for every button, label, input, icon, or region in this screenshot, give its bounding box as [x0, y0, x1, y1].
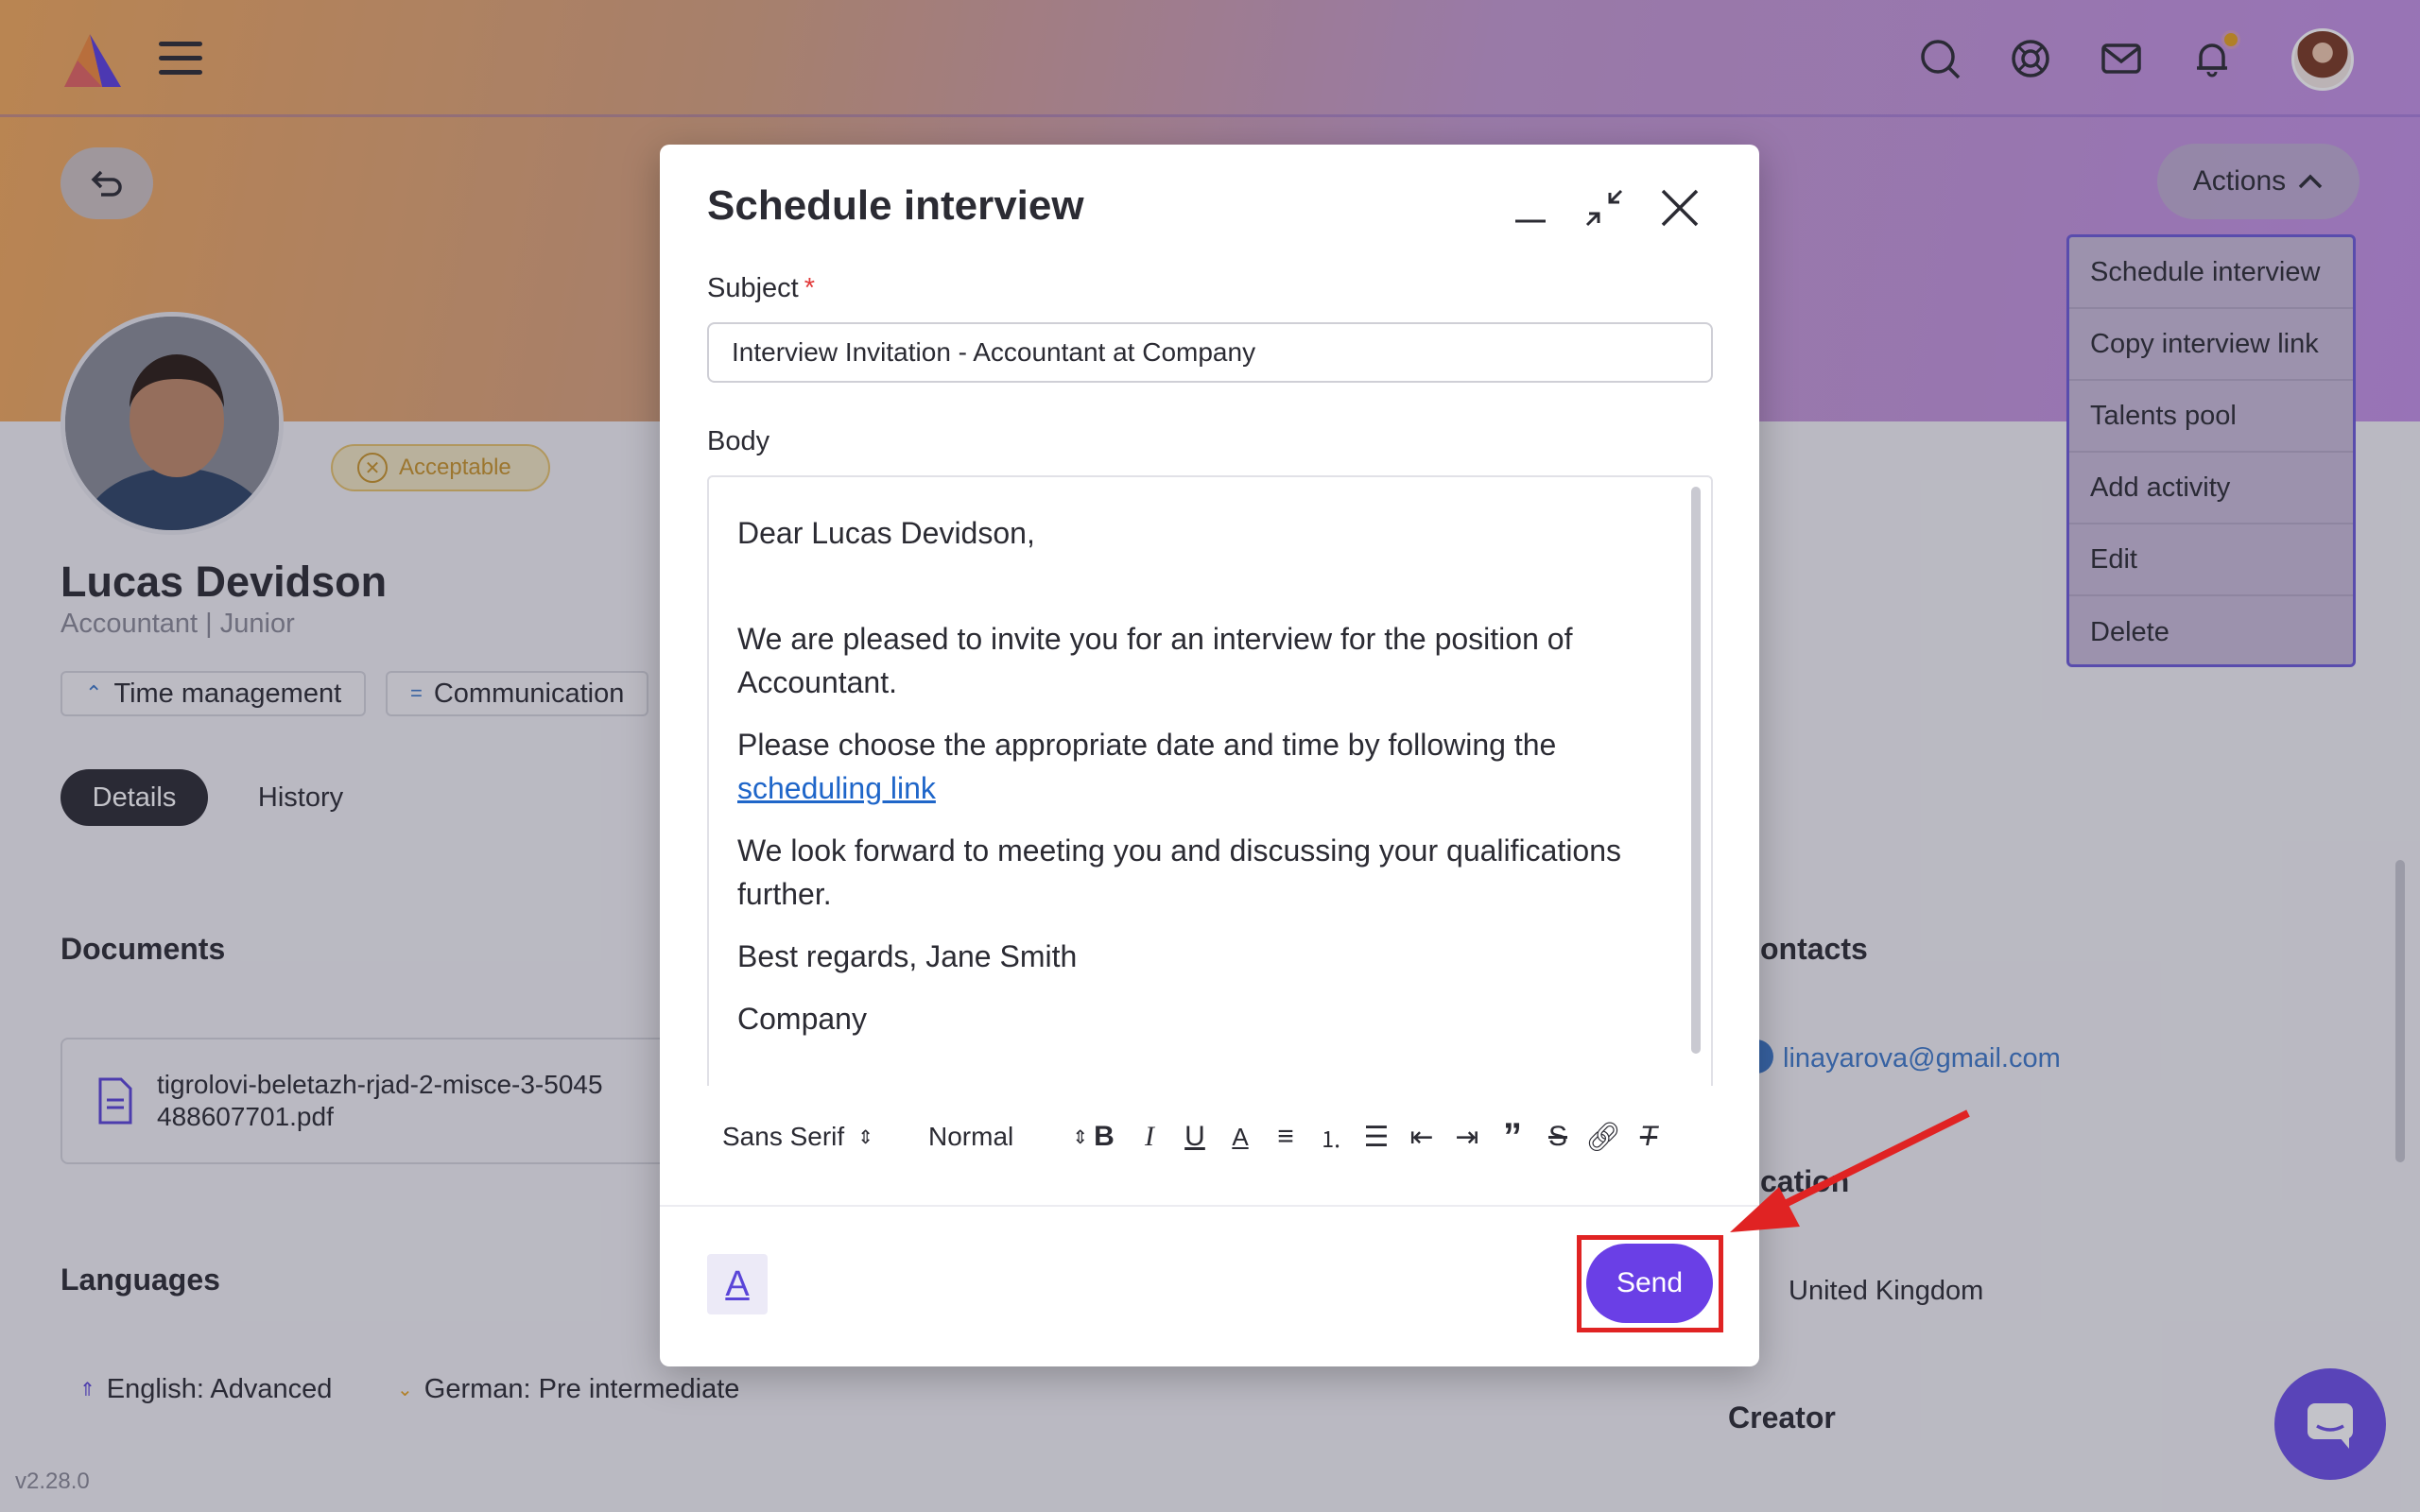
text-color-icon[interactable]: A — [1218, 1114, 1263, 1160]
font-size-select[interactable]: Normal ⇕ — [896, 1122, 1088, 1152]
body-paragraph: Best regards, Jane Smith — [737, 939, 1078, 973]
scheduling-link[interactable]: scheduling link — [737, 771, 936, 805]
body-paragraph: We are pleased to invite you for an inte… — [737, 622, 1573, 699]
link-icon[interactable]: 🔗︎ — [1581, 1114, 1626, 1160]
body-paragraph: Company — [737, 1002, 867, 1036]
body-paragraph: We look forward to meeting you and discu… — [737, 833, 1622, 911]
clear-format-icon[interactable]: T — [1626, 1114, 1671, 1160]
font-size-value: Normal — [928, 1122, 1014, 1151]
ordered-list-icon[interactable]: ⒈ — [1308, 1114, 1354, 1160]
outdent-icon[interactable]: ⇤ — [1399, 1114, 1444, 1160]
body-paragraph: Please choose the appropriate date and t… — [737, 723, 1654, 810]
subject-label-text: Subject — [707, 273, 799, 303]
subject-label: Subject * — [707, 273, 815, 304]
annotation-arrow-icon — [1730, 1109, 1970, 1232]
bullet-list-icon[interactable]: ☰ — [1354, 1114, 1399, 1160]
send-button[interactable]: Send — [1586, 1244, 1713, 1323]
font-family-value: Sans Serif — [722, 1122, 845, 1151]
select-arrows-icon: ⇕ — [857, 1126, 873, 1148]
formatting-toggle-button[interactable]: A — [707, 1254, 768, 1314]
required-marker: * — [804, 273, 816, 303]
body-text: Please choose the appropriate date and t… — [737, 728, 1557, 762]
body-greeting: Dear Lucas Devidson, — [737, 516, 1035, 550]
body-editor[interactable]: Dear Lucas Devidson, We are pleased to i… — [707, 475, 1713, 1086]
body-editor-content[interactable]: Dear Lucas Devidson, We are pleased to i… — [737, 511, 1654, 1059]
quote-icon[interactable]: ” — [1490, 1114, 1535, 1160]
align-icon[interactable]: ≡ — [1263, 1114, 1308, 1160]
bold-icon[interactable]: B — [1081, 1114, 1127, 1160]
collapse-arrows-icon — [1585, 189, 1623, 227]
close-button[interactable] — [1651, 179, 1709, 237]
schedule-interview-modal: Schedule interview Subject* Body Dear Lu… — [660, 145, 1759, 1366]
underline-icon[interactable]: U — [1172, 1114, 1218, 1160]
editor-scrollbar[interactable] — [1688, 487, 1703, 1195]
subject-input[interactable] — [707, 322, 1713, 383]
collapse-button[interactable] — [1575, 179, 1634, 237]
editor-toolbar: Sans Serif ⇕ Normal ⇕ B I U A ≡ ⒈ ☰ ⇤ ⇥ … — [707, 1099, 1713, 1175]
italic-icon[interactable]: I — [1127, 1114, 1172, 1160]
strikethrough-icon[interactable]: S — [1535, 1114, 1581, 1160]
body-label: Body — [707, 426, 770, 456]
minimize-icon — [1515, 219, 1546, 223]
footer-divider — [660, 1205, 1759, 1207]
close-icon — [1661, 189, 1699, 227]
indent-icon[interactable]: ⇥ — [1444, 1114, 1490, 1160]
modal-title: Schedule interview — [707, 182, 1084, 229]
font-family-select[interactable]: Sans Serif ⇕ — [707, 1122, 896, 1152]
minimize-button[interactable] — [1501, 179, 1560, 237]
